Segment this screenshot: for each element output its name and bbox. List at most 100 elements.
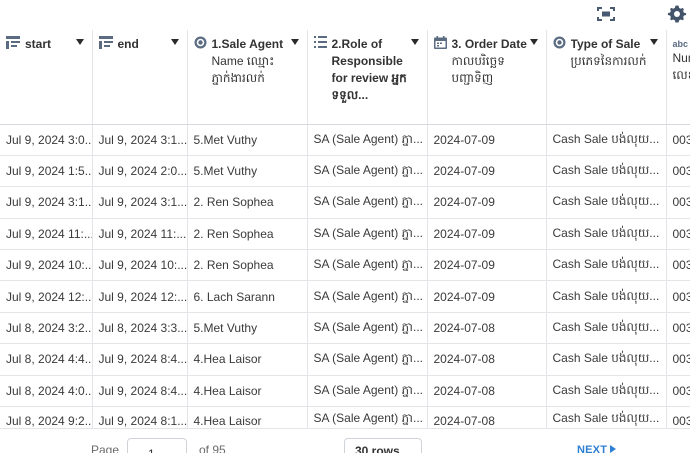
top-toolbar <box>0 0 690 30</box>
table-row[interactable]: Jul 9, 2024 3:1... Jul 9, 2024 3:1... 2.… <box>0 187 690 218</box>
table-row[interactable]: Jul 8, 2024 4:0... Jul 9, 2024 8:4... 4.… <box>0 375 690 406</box>
cell-order-date: 2024-07-09 <box>427 250 546 281</box>
cell-end: Jul 9, 2024 12:... <box>92 281 187 312</box>
cell-sale-agent: 4.Hea Laisor <box>187 344 307 375</box>
cell-role: SA (Sale Agent) ភ្នា... <box>307 407 427 428</box>
sort-caret-icon[interactable] <box>411 39 419 45</box>
cell-number: 003 <box>666 344 690 375</box>
column-subtitle: លេខ <box>673 67 690 84</box>
cell-start: Jul 9, 2024 3:1... <box>0 187 92 218</box>
cell-number: 003 <box>666 250 690 281</box>
cell-start: Jul 8, 2024 3:2... <box>0 312 92 343</box>
column-header-order-date[interactable]: 3. Order Date កាលបរិច្ឆេទបញ្ជាទិញ <box>427 30 546 124</box>
cell-end: Jul 9, 2024 8:4... <box>92 344 187 375</box>
column-title: 1.Sale Agent <box>212 37 284 51</box>
column-header-number[interactable]: abc Num លេខ <box>666 30 690 124</box>
cell-type-of-sale: Cash Sale បង់លុយ... <box>546 281 666 312</box>
cell-number: 003 <box>666 312 690 343</box>
cell-role: SA (Sale Agent) ភ្នា... <box>307 281 427 312</box>
text-abc-icon: abc <box>673 39 689 49</box>
cell-order-date: 2024-07-09 <box>427 187 546 218</box>
radio-icon <box>553 36 566 49</box>
cell-sale-agent: 6. Lach Sarann <box>187 281 307 312</box>
table-row[interactable]: Jul 9, 2024 10:... Jul 9, 2024 10:... 2.… <box>0 250 690 281</box>
cell-order-date: 2024-07-08 <box>427 407 546 428</box>
cell-type-of-sale: Cash Sale បង់លុយ... <box>546 407 666 428</box>
table-row[interactable]: Jul 8, 2024 9:2... Jul 9, 2024 8:1... 4.… <box>0 407 690 428</box>
cell-number: 003 <box>666 218 690 249</box>
cell-start: Jul 9, 2024 12:... <box>0 281 92 312</box>
table-row[interactable]: Jul 8, 2024 4:4... Jul 9, 2024 8:4... 4.… <box>0 344 690 375</box>
cell-order-date: 2024-07-08 <box>427 375 546 406</box>
cell-role: SA (Sale Agent) ភ្នា... <box>307 155 427 186</box>
cell-number: 003 <box>666 187 690 218</box>
cell-sale-agent: 2. Ren Sophea <box>187 218 307 249</box>
expand-icon[interactable] <box>594 3 618 25</box>
cell-end: Jul 9, 2024 10:... <box>92 250 187 281</box>
cell-sale-agent: 2. Ren Sophea <box>187 187 307 218</box>
page-count-label: of 95 <box>199 443 226 453</box>
cell-role: SA (Sale Agent) ភ្នា... <box>307 218 427 249</box>
rows-per-page-select[interactable]: 30 rows <box>344 438 422 453</box>
column-title: Num <box>673 50 690 67</box>
cell-order-date: 2024-07-08 <box>427 312 546 343</box>
table-row[interactable]: Jul 9, 2024 12:... Jul 9, 2024 12:... 6.… <box>0 281 690 312</box>
cell-start: Jul 8, 2024 4:4... <box>0 344 92 375</box>
cell-end: Jul 9, 2024 2:0... <box>92 155 187 186</box>
cell-start: Jul 9, 2024 3:0... <box>0 124 92 155</box>
column-header-role[interactable]: 2.Role of Responsible for review អ្នកទទួ… <box>307 30 427 124</box>
sort-caret-icon[interactable] <box>530 39 538 45</box>
calendar-icon <box>434 36 447 49</box>
cell-number: 003 <box>666 407 690 428</box>
cell-start: Jul 9, 2024 1:5... <box>0 155 92 186</box>
column-subtitle: Name ឈ្មោះភ្នាក់ងារលក់ <box>212 53 301 87</box>
cell-number: 003 <box>666 375 690 406</box>
cell-end: Jul 9, 2024 8:4... <box>92 375 187 406</box>
data-table-container: start end <box>0 30 690 428</box>
gear-icon[interactable] <box>665 3 689 25</box>
table-row[interactable]: Jul 9, 2024 1:5... Jul 9, 2024 2:0... 5.… <box>0 155 690 186</box>
next-page-label: NEXT <box>577 444 607 453</box>
radio-icon <box>194 36 207 49</box>
cell-order-date: 2024-07-08 <box>427 344 546 375</box>
sort-caret-icon[interactable] <box>76 39 84 45</box>
table-row[interactable]: Jul 9, 2024 11:... Jul 9, 2024 11:... 2.… <box>0 218 690 249</box>
column-header-end[interactable]: end <box>92 30 187 124</box>
page-number-input[interactable] <box>127 438 187 453</box>
cell-start: Jul 9, 2024 11:... <box>0 218 92 249</box>
cell-role: SA (Sale Agent) ភ្នា... <box>307 312 427 343</box>
cell-type-of-sale: Cash Sale បង់លុយ... <box>546 218 666 249</box>
cell-type-of-sale: Cash Sale បង់លុយ... <box>546 312 666 343</box>
data-table: start end <box>0 30 690 428</box>
column-header-sale-agent[interactable]: 1.Sale Agent Name ឈ្មោះភ្នាក់ងារលក់ <box>187 30 307 124</box>
column-title: Type of Sale <box>571 37 641 51</box>
cell-role: SA (Sale Agent) ភ្នា... <box>307 375 427 406</box>
table-row[interactable]: Jul 9, 2024 3:0... Jul 9, 2024 3:1... 5.… <box>0 124 690 155</box>
cell-sale-agent: 5.Met Vuthy <box>187 124 307 155</box>
cell-end: Jul 9, 2024 8:1... <box>92 407 187 428</box>
cell-role: SA (Sale Agent) ភ្នា... <box>307 344 427 375</box>
sort-caret-icon[interactable] <box>650 39 658 45</box>
column-title: start <box>25 37 51 51</box>
page-label: Page <box>91 443 119 453</box>
column-header-start[interactable]: start <box>0 30 92 124</box>
cell-end: Jul 8, 2024 3:3... <box>92 312 187 343</box>
next-page-button[interactable]: NEXT <box>577 444 616 453</box>
pagination-bar: Page of 95 30 rows NEXT <box>0 428 690 453</box>
column-title: 3. Order Date <box>452 37 527 51</box>
cell-end: Jul 9, 2024 3:1... <box>92 124 187 155</box>
cell-order-date: 2024-07-09 <box>427 281 546 312</box>
cell-number: 003 <box>666 155 690 186</box>
sort-caret-icon[interactable] <box>171 39 179 45</box>
table-row[interactable]: Jul 8, 2024 3:2... Jul 8, 2024 3:3... 5.… <box>0 312 690 343</box>
cell-end: Jul 9, 2024 3:1... <box>92 187 187 218</box>
column-header-type-of-sale[interactable]: Type of Sale ប្រភេទនៃការលក់ <box>546 30 666 124</box>
cell-type-of-sale: Cash Sale បង់លុយ... <box>546 375 666 406</box>
cell-start: Jul 8, 2024 9:2... <box>0 407 92 428</box>
column-title: end <box>118 37 139 51</box>
column-subtitle: ប្រភេទនៃការលក់ <box>571 53 660 70</box>
list-icon <box>314 36 327 48</box>
cell-sale-agent: 4.Hea Laisor <box>187 407 307 428</box>
chevron-down-icon <box>404 448 413 453</box>
sort-caret-icon[interactable] <box>291 39 299 45</box>
